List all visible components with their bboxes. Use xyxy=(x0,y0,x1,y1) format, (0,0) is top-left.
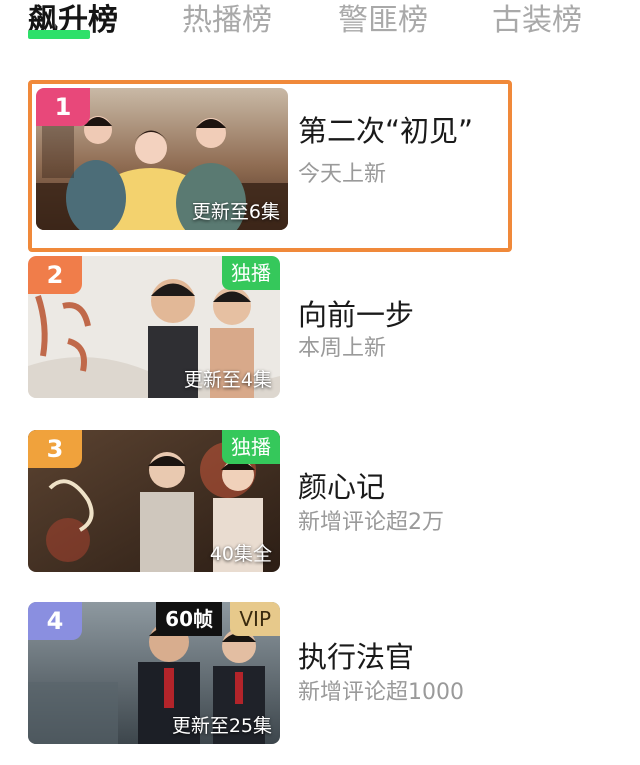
show-title[interactable]: 执行法官 xyxy=(298,634,414,676)
show-title[interactable]: 第二次“初见” xyxy=(298,108,473,150)
rank-badge: 1 xyxy=(36,88,90,126)
show-subtitle: 新增评论超2万 xyxy=(298,510,444,535)
poster-thumbnail[interactable]: 4 60帧 VIP 更新至25集 xyxy=(28,602,280,744)
list-item-1[interactable]: 1 更新至6集 第二次“初见” 今天上新 xyxy=(28,80,628,252)
show-subtitle: 新增评论超1000 xyxy=(298,680,464,705)
poster-thumbnail[interactable]: 3 独播 40集全 xyxy=(28,430,280,572)
show-subtitle: 今天上新 xyxy=(298,162,387,187)
episode-status: 更新至4集 xyxy=(183,369,272,391)
poster-thumbnail[interactable]: 2 独播 更新至4集 xyxy=(28,256,280,398)
show-subtitle: 本周上新 xyxy=(298,336,387,361)
rank-badge: 4 xyxy=(28,602,82,640)
list-item-4[interactable]: 4 60帧 VIP 更新至25集 执行法官 新增评论超1000 xyxy=(28,602,628,744)
show-title[interactable]: 向前一步 xyxy=(298,292,414,334)
rank-badge: 2 xyxy=(28,256,82,294)
episode-status: 更新至25集 xyxy=(171,715,272,737)
poster-thumbnail[interactable]: 1 更新至6集 xyxy=(36,88,288,230)
exclusive-badge: 独播 xyxy=(222,430,280,464)
exclusive-badge: 独播 xyxy=(222,256,280,290)
vip-badge: VIP xyxy=(230,602,280,636)
show-title[interactable]: 颜心记 xyxy=(298,464,385,506)
list-item-3[interactable]: 3 独播 40集全 颜心记 新增评论超2万 xyxy=(28,430,628,572)
list-item-2[interactable]: 2 独播 更新至4集 向前一步 本周上新 xyxy=(28,256,628,398)
rank-badge: 3 xyxy=(28,430,82,468)
frame-rate-badge: 60帧 xyxy=(156,602,222,636)
episode-status: 更新至6集 xyxy=(191,201,280,223)
episode-status: 40集全 xyxy=(209,543,272,565)
ranking-list: 1 更新至6集 第二次“初见” 今天上新 2 独播 更新至4集 向前一步 本周上… xyxy=(0,0,640,765)
